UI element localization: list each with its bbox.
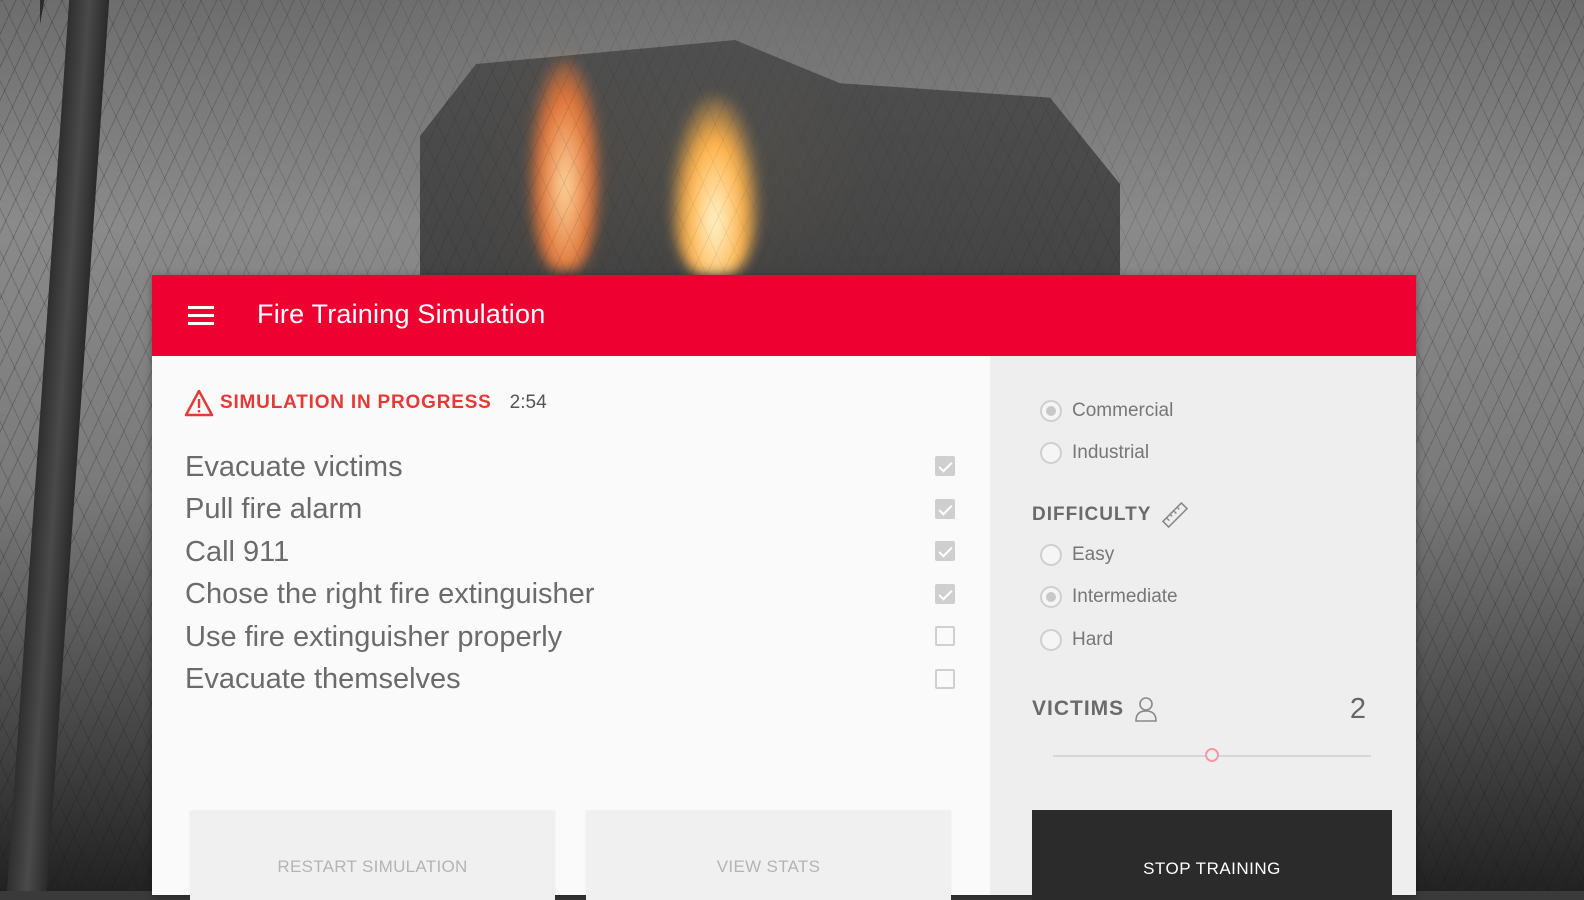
radio-label: Easy — [1072, 544, 1115, 565]
radio-easy[interactable]: Easy — [1040, 540, 1114, 570]
radio-button[interactable] — [1040, 442, 1062, 464]
task-label: Call 911 — [185, 535, 290, 568]
task-panel: SIMULATION IN PROGRESS 2:54 Evacuate vic… — [152, 356, 990, 900]
radio-label: Intermediate — [1072, 586, 1178, 607]
radio-hard[interactable]: Hard — [1040, 625, 1113, 655]
list-item: Call 911 — [185, 531, 955, 574]
status-text: SIMULATION IN PROGRESS — [220, 392, 492, 413]
victims-heading: VICTIMS — [1032, 696, 1158, 722]
slider-thumb[interactable] — [1205, 748, 1219, 762]
radio-commercial[interactable]: Commercial — [1040, 396, 1173, 426]
stop-training-button[interactable]: STOP TRAINING — [1032, 810, 1392, 900]
radio-button[interactable] — [1040, 400, 1062, 422]
warning-icon — [184, 389, 214, 417]
difficulty-heading: DIFFICULTY — [1032, 501, 1189, 529]
task-label: Evacuate victims — [185, 450, 403, 483]
timer: 2:54 — [509, 392, 547, 413]
ruler-icon — [1162, 501, 1189, 529]
person-icon — [1135, 697, 1157, 722]
task-checkbox[interactable] — [935, 668, 955, 689]
radio-label: Hard — [1072, 629, 1114, 650]
radio-label: Industrial — [1072, 442, 1150, 463]
app-bar: Fire Training Simulation — [152, 275, 1416, 356]
radio-label: Commercial — [1072, 400, 1174, 421]
task-list: Evacuate victims Pull fire alarm Call 91… — [185, 446, 955, 691]
list-item: Use fire extinguisher properly — [185, 616, 955, 659]
list-item: Pull fire alarm — [185, 489, 955, 532]
app-title: Fire Training Simulation — [257, 299, 546, 329]
simulation-status: SIMULATION IN PROGRESS 2:54 — [184, 388, 547, 418]
task-label: Chose the right fire extinguisher — [185, 578, 595, 611]
task-checkbox[interactable] — [935, 498, 955, 519]
radio-button[interactable] — [1040, 629, 1062, 651]
list-item: Chose the right fire extinguisher — [185, 574, 955, 617]
victims-count: 2 — [1349, 693, 1366, 725]
radio-intermediate[interactable]: Intermediate — [1040, 582, 1178, 612]
task-checkbox[interactable] — [935, 626, 955, 646]
radio-button[interactable] — [1040, 586, 1062, 608]
radio-industrial[interactable]: Industrial — [1040, 438, 1149, 468]
victims-slider[interactable] — [1053, 748, 1371, 762]
difficulty-label: DIFFICULTY — [1032, 504, 1152, 525]
task-label: Use fire extinguisher properly — [185, 620, 563, 653]
list-item: Evacuate victims — [185, 446, 955, 489]
simulation-card: Fire Training Simulation SIMULATION IN P… — [152, 275, 1416, 900]
settings-panel: Commercial Industrial DIFFICULTY Easy In… — [990, 356, 1416, 900]
radio-button[interactable] — [1040, 544, 1062, 566]
task-checkbox[interactable] — [935, 583, 955, 604]
task-checkbox[interactable] — [935, 456, 955, 476]
task-checkbox[interactable] — [935, 541, 955, 561]
victims-label: VICTIMS — [1032, 697, 1125, 720]
menu-icon[interactable] — [188, 306, 214, 326]
view-stats-button[interactable]: VIEW STATS — [586, 810, 951, 900]
task-label: Evacuate themselves — [185, 663, 461, 691]
list-item: Evacuate themselves — [185, 659, 955, 691]
task-label: Pull fire alarm — [185, 493, 363, 526]
restart-simulation-button[interactable]: RESTART SIMULATION — [190, 810, 555, 900]
